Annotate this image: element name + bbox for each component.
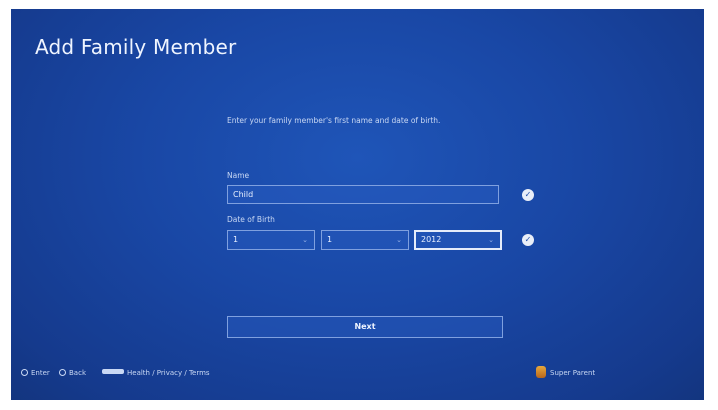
cross-button-icon	[21, 369, 28, 376]
add-family-member-screen: Add Family Member Enter your family memb…	[11, 9, 704, 400]
options-button-icon	[102, 369, 124, 374]
check-circle-icon: ✓	[522, 234, 534, 246]
back-hint-label: Back	[69, 369, 86, 377]
name-label: Name	[227, 171, 250, 180]
page-title: Add Family Member	[35, 35, 237, 59]
name-value: Child	[233, 190, 254, 199]
date-of-birth-label: Date of Birth	[227, 215, 275, 224]
avatar	[536, 366, 546, 378]
name-input[interactable]: Child	[227, 185, 499, 204]
family-member-form: Enter your family member's first name an…	[227, 115, 547, 250]
button-hint-bar: Enter Back Health / Privacy / Terms Supe…	[11, 364, 704, 382]
back-hint: Back	[59, 368, 86, 378]
birth-year-select[interactable]: 2012 ⌄	[414, 230, 502, 250]
user-name: Super Parent	[550, 369, 596, 377]
chevron-down-icon: ⌄	[302, 236, 308, 244]
birth-month-select[interactable]: 1 ⌄	[321, 230, 409, 250]
birth-year-value: 2012	[421, 235, 442, 244]
signed-in-user: Super Parent	[536, 366, 595, 379]
form-instructions: Enter your family member's first name an…	[227, 116, 441, 125]
options-hint: Health / Privacy / Terms	[102, 368, 210, 378]
next-button[interactable]: Next	[227, 316, 503, 338]
circle-button-icon	[59, 369, 66, 376]
enter-hint-label: Enter	[31, 369, 50, 377]
enter-hint: Enter	[21, 368, 50, 378]
health-privacy-terms-label: Health / Privacy / Terms	[127, 369, 210, 377]
check-circle-icon: ✓	[522, 189, 534, 201]
chevron-down-icon: ⌄	[396, 236, 402, 244]
birth-day-value: 1	[233, 235, 239, 244]
chevron-down-icon: ⌄	[488, 236, 494, 244]
birth-day-select[interactable]: 1 ⌄	[227, 230, 315, 250]
birth-month-value: 1	[327, 235, 333, 244]
